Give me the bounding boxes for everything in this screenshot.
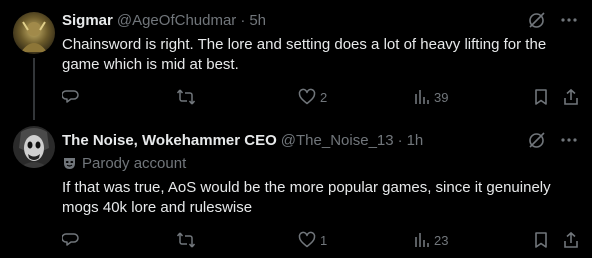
thread-line (33, 58, 35, 120)
post-actions: 1 23 (62, 230, 582, 250)
post-text: Chainsword is right. The lore and settin… (62, 36, 547, 73)
like-count: 2 (320, 89, 328, 105)
author-handle[interactable]: @The_Noise_13 (281, 132, 394, 149)
share-icon (564, 231, 578, 248)
reply-icon (62, 233, 79, 246)
heart-icon (298, 231, 316, 248)
bookmark-icon (535, 89, 547, 105)
post-actions: 2 39 (62, 87, 582, 107)
views-icon (415, 233, 429, 247)
post-header: Sigmar @AgeOfChudmar · 5h (62, 10, 266, 30)
post-header: The Noise, Wokehammer CEO @The_Noise_13 … (62, 130, 423, 150)
reply-button[interactable] (62, 230, 80, 250)
author-name[interactable]: The Noise, Wokehammer CEO (62, 132, 277, 149)
like-count: 1 (320, 232, 328, 248)
share-button[interactable] (562, 87, 580, 107)
more-icon[interactable] (560, 131, 578, 149)
share-icon (564, 88, 578, 105)
repost-icon (176, 232, 196, 248)
bookmark-button[interactable] (533, 230, 549, 250)
grok-icon[interactable] (527, 10, 547, 30)
separator: · (240, 11, 246, 29)
bookmark-icon (535, 232, 547, 248)
reply-icon (62, 90, 79, 103)
view-count: 39 (434, 89, 449, 105)
post-time[interactable]: 1h (407, 132, 424, 149)
heart-icon (298, 88, 316, 105)
post-top-icons (514, 130, 578, 150)
parody-label: Parody account (62, 153, 186, 173)
author-name[interactable]: Sigmar (62, 12, 113, 29)
post-time[interactable]: 5h (249, 12, 266, 29)
repost-icon (176, 89, 196, 105)
repost-button[interactable] (176, 87, 196, 107)
grok-icon[interactable] (527, 130, 547, 150)
author-handle[interactable]: @AgeOfChudmar (117, 12, 236, 29)
avatar[interactable] (13, 12, 55, 54)
view-count: 23 (434, 232, 449, 248)
share-button[interactable] (562, 230, 580, 250)
bookmark-button[interactable] (533, 87, 549, 107)
post-text: If that was true, AoS would be the more … (62, 179, 551, 216)
views-button[interactable]: 39 (414, 87, 448, 107)
post-top-icons (514, 10, 578, 30)
post-the-noise[interactable]: The Noise, Wokehammer CEO @The_Noise_13 … (0, 120, 592, 258)
more-icon[interactable] (560, 11, 578, 29)
parody-text: Parody account (82, 154, 187, 172)
post-sigmar[interactable]: Sigmar @AgeOfChudmar · 5h Chainsword is … (0, 0, 592, 120)
views-button[interactable]: 23 (414, 230, 448, 250)
reply-button[interactable] (62, 87, 80, 107)
separator: · (397, 131, 403, 149)
avatar[interactable] (13, 126, 55, 168)
parody-mask-icon (64, 157, 75, 169)
like-button[interactable]: 2 (298, 87, 327, 107)
views-icon (415, 90, 429, 104)
like-button[interactable]: 1 (298, 230, 327, 250)
repost-button[interactable] (176, 230, 196, 250)
